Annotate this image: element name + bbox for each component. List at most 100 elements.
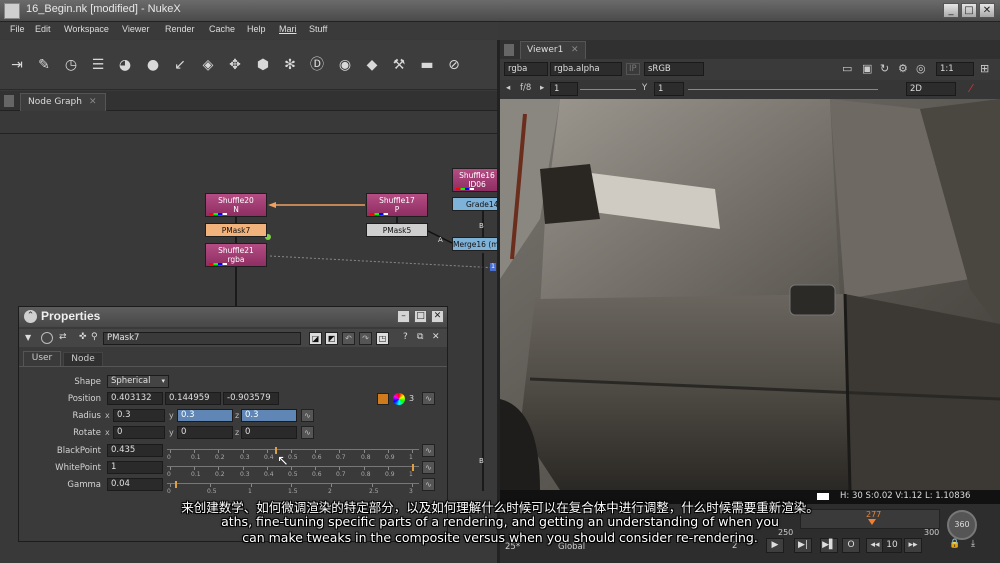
merge-layers-icon[interactable]: ◈ (200, 57, 216, 73)
metadata-icon[interactable]: ◆ (364, 57, 380, 73)
lock-icon[interactable]: ⊞ (980, 62, 989, 75)
menu-cache[interactable]: Cache (209, 24, 235, 34)
channels-dropdown[interactable]: rgba (504, 62, 548, 76)
minimize-icon[interactable]: _ (943, 3, 959, 18)
shape-dropdown[interactable]: Spherical ▾ (107, 375, 169, 388)
expand-icon[interactable]: ◩ (325, 332, 338, 345)
tab-viewer1[interactable]: Viewer1 ✕ (520, 41, 586, 59)
node-shuffle16[interactable]: Shuffle16 ID06 (452, 168, 498, 192)
help-icon[interactable]: ? (403, 332, 408, 342)
blackpoint-field[interactable]: 0.435 (107, 444, 163, 457)
whitepoint-field[interactable]: 1 (107, 461, 163, 474)
node-pmask5[interactable]: PMask5 (366, 223, 428, 237)
pane-menu-icon[interactable] (4, 95, 14, 107)
proxy-icon[interactable]: ◎ (916, 62, 926, 75)
color-wheel-icon[interactable] (393, 393, 405, 405)
menu-workspace[interactable]: Workspace (64, 24, 109, 34)
panel-close-icon[interactable]: ✕ (431, 310, 444, 323)
rotate-z-field[interactable]: 0 (241, 426, 297, 439)
input-process-toggle[interactable]: IP (626, 63, 640, 75)
colorspace-dropdown[interactable]: sRGB (644, 62, 704, 76)
gamma-animation-icon[interactable]: ∿ (422, 478, 435, 491)
menu-viewer[interactable]: Viewer (122, 24, 149, 34)
expand-triangle-icon[interactable]: ▼ (25, 333, 31, 342)
rotate-animation-icon[interactable]: ∿ (301, 426, 314, 439)
tab-node[interactable]: Node (63, 352, 103, 366)
node-grade14[interactable]: Grade14 (452, 197, 498, 211)
menu-file[interactable]: File (10, 24, 25, 34)
particles-icon[interactable]: ✻ (282, 57, 298, 73)
tab-close-icon[interactable]: ✕ (89, 97, 97, 107)
tab-close-icon[interactable]: ✕ (571, 45, 579, 55)
position-animation-icon[interactable]: ∿ (422, 392, 435, 405)
whitepoint-slider[interactable]: 0 0.1 0.2 0.3 0.4 0.5 0.6 0.7 0.8 0.9 1 (167, 464, 419, 482)
node-color-icon[interactable]: ✜ (79, 332, 87, 342)
slider-handle[interactable] (412, 464, 414, 471)
roi-icon[interactable]: ▭ (842, 62, 852, 75)
position-z-field[interactable]: -0.903579 (223, 392, 279, 405)
menu-stuff[interactable]: Stuff (309, 24, 327, 34)
input-arrows-icon[interactable]: ⇄ (59, 332, 67, 342)
menu-render[interactable]: Render (165, 24, 195, 34)
image-io-icon[interactable]: ⇥ (9, 57, 25, 73)
settings-icon[interactable]: ⚙ (898, 62, 908, 75)
tab-node-graph[interactable]: Node Graph ✕ (20, 93, 106, 111)
color-picker-icon[interactable] (377, 393, 389, 405)
blackpoint-slider[interactable]: 0 0.1 0.2 0.3 0.4 0.5 0.6 0.7 0.8 0.9 1 (167, 447, 419, 465)
3d-cube-icon[interactable]: ⬢ (255, 57, 271, 73)
collapse-icon[interactable]: ⌃ (24, 310, 37, 323)
color-wheel-icon[interactable]: ◕ (117, 57, 133, 73)
viewer-canvas[interactable] (500, 99, 1000, 490)
paint-icon[interactable]: ⁄ (970, 82, 972, 95)
menu-edit[interactable]: Edit (35, 24, 51, 34)
radius-z-field[interactable]: 0.3 (241, 409, 297, 422)
node-pmask7[interactable]: PMask7 (205, 223, 267, 237)
refresh-icon[interactable]: ↻ (880, 62, 889, 75)
display-channel-dropdown[interactable]: rgba.alpha (550, 62, 622, 76)
slider-handle[interactable] (175, 481, 177, 488)
close-node-icon[interactable]: ✕ (432, 332, 440, 342)
node-name-field[interactable]: PMask7 (103, 332, 301, 345)
rotate-y-field[interactable]: 0 (177, 426, 233, 439)
gamma-field[interactable]: 0.04 (107, 478, 163, 491)
toolsets-icon[interactable]: ⚒ (391, 57, 407, 73)
menu-mari[interactable]: Mari (279, 24, 297, 34)
views-icon[interactable]: ◉ (337, 57, 353, 73)
node-merge16[interactable]: Merge16 (m (452, 237, 498, 251)
panel-minimize-icon[interactable]: – (397, 310, 410, 323)
gain-field[interactable]: 1 (550, 82, 578, 96)
radius-y-field[interactable]: 0.3 (177, 409, 233, 422)
radius-x-field[interactable]: 0.3 (113, 409, 165, 422)
position-y-field[interactable]: 0.144959 (165, 392, 221, 405)
radius-animation-icon[interactable]: ∿ (301, 409, 314, 422)
node-shuffle17[interactable]: Shuffle17 P (366, 193, 428, 217)
float-panel-icon[interactable]: ⧉ (417, 332, 423, 342)
gain-slider[interactable] (580, 89, 636, 90)
deep-icon[interactable]: Ⓓ (309, 57, 325, 73)
node-shuffle20[interactable]: Shuffle20 N (205, 193, 267, 217)
viewer-gamma-slider[interactable] (688, 89, 878, 90)
pane-menu-icon[interactable] (504, 44, 514, 56)
filter-sphere-icon[interactable]: ● (145, 57, 161, 73)
viewer-toggle-icon[interactable] (41, 332, 53, 344)
redo-icon[interactable]: ↷ (359, 332, 372, 345)
whitepoint-animation-icon[interactable]: ∿ (422, 461, 435, 474)
maximize-icon[interactable]: □ (961, 3, 977, 18)
keyer-icon[interactable]: ↙ (172, 57, 188, 73)
position-x-field[interactable]: 0.403132 (107, 392, 163, 405)
panel-float-icon[interactable]: □ (414, 310, 427, 323)
scale-dropdown[interactable]: 1:1 (936, 62, 974, 76)
undo-icon[interactable]: ↶ (342, 332, 355, 345)
view-mode-dropdown[interactable]: 2D (906, 82, 956, 96)
viewer-gamma-field[interactable]: 1 (654, 82, 684, 96)
revert-icon[interactable]: ◪ (309, 332, 322, 345)
furnace-icon[interactable]: ⊘ (446, 57, 462, 73)
help-docs-icon[interactable]: ◳ (376, 332, 389, 345)
wrench-icon[interactable]: ⚲ (91, 332, 98, 342)
node-shuffle21[interactable]: Shuffle21 rgba (205, 243, 267, 267)
menu-help[interactable]: Help (247, 24, 266, 34)
rotate-x-field[interactable]: 0 (113, 426, 165, 439)
clip-icon[interactable]: ▣ (862, 62, 872, 75)
gain-arrow-icon[interactable]: ◂ (506, 83, 510, 93)
paint-brush-icon[interactable]: ✎ (36, 57, 52, 73)
